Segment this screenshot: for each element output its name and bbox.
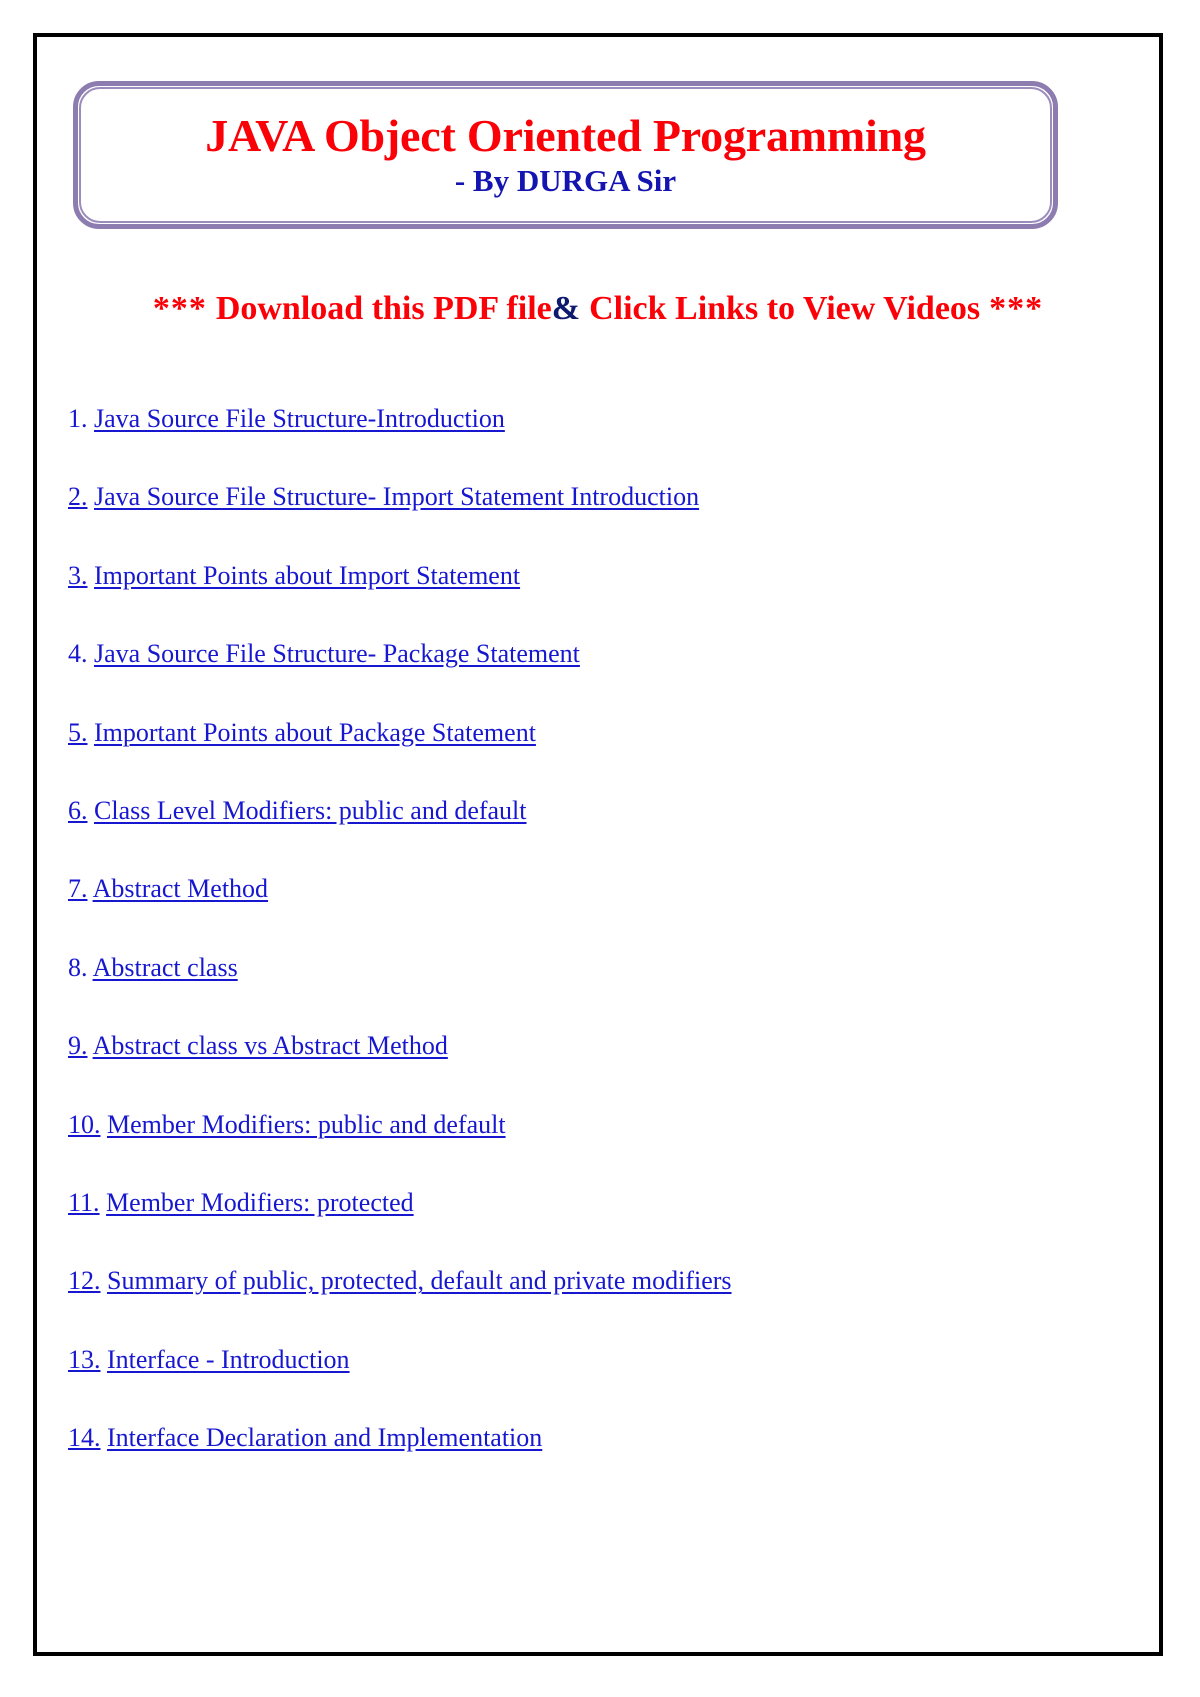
list-item: 13. Interface - Introduction	[52, 1344, 1149, 1425]
video-link-5[interactable]: Important Points about Package Statement	[94, 718, 536, 747]
list-item-number: 2.	[68, 482, 88, 512]
page-subtitle: - By DURGA Sir	[454, 163, 677, 199]
list-item: 6. Class Level Modifiers: public and def…	[52, 795, 1149, 876]
list-item: 4. Java Source File Structure- Package S…	[52, 641, 1149, 719]
list-item: 9. Abstract class vs Abstract Method	[52, 1033, 1149, 1111]
list-item: 8. Abstract class	[52, 952, 1149, 1033]
list-item: 2. Java Source File Structure- Import St…	[52, 484, 1149, 562]
list-item-number: 13.	[68, 1344, 101, 1374]
video-link-3[interactable]: Important Points about Import Statement	[94, 561, 520, 590]
list-item-number: 1.	[68, 404, 88, 433]
instruction-banner: *** Download this PDF file& Click Links to…	[37, 289, 1159, 330]
list-item: 5. Important Points about Package Statem…	[52, 717, 1149, 798]
banner-ampersand: &	[551, 290, 581, 327]
list-item-number: 4.	[68, 639, 88, 669]
video-link-6[interactable]: Class Level Modifiers: public and defaul…	[94, 796, 527, 825]
list-item: 10. Member Modifiers: public and default	[52, 1109, 1149, 1190]
video-link-9[interactable]: Abstract class vs Abstract Method	[93, 1031, 448, 1060]
video-link-8[interactable]: Abstract class	[93, 953, 238, 982]
list-item-number: 7.	[68, 874, 88, 904]
list-item-number: 3.	[68, 560, 88, 590]
title-banner-box: JAVA Object Oriented Programming - By DU…	[73, 81, 1058, 229]
banner-stars-left: ***	[152, 290, 207, 327]
list-item-number: 5.	[68, 717, 88, 747]
list-item-number: 10.	[68, 1109, 101, 1139]
list-item-number: 12.	[68, 1266, 101, 1296]
list-item: 1. Java Source File Structure-Introducti…	[52, 406, 1149, 484]
banner-text-after-amp: Click Links to View Videos	[589, 290, 981, 327]
video-link-10[interactable]: Member Modifiers: public and default	[107, 1110, 506, 1139]
banner-stars-right: ***	[989, 290, 1044, 327]
title-box-inner-border: JAVA Object Oriented Programming - By DU…	[79, 87, 1052, 223]
list-item: 3. Important Points about Import Stateme…	[52, 560, 1149, 641]
list-item: 14. Interface Declaration and Implementa…	[52, 1425, 1149, 1503]
video-link-12[interactable]: Summary of public, protected, default an…	[107, 1266, 732, 1295]
list-item-number: 6.	[68, 795, 88, 825]
list-item-number: 14.	[68, 1423, 101, 1453]
video-link-14[interactable]: Interface Declaration and Implementation	[107, 1423, 542, 1452]
list-item-number: 8.	[68, 952, 88, 982]
video-link-7[interactable]: Abstract Method	[93, 874, 268, 903]
list-item-number: 9.	[68, 1031, 88, 1061]
list-item: 7. Abstract Method	[52, 876, 1149, 954]
page-title: JAVA Object Oriented Programming	[205, 109, 926, 161]
banner-text-before-amp: Download this PDF file	[215, 290, 552, 327]
video-link-list: 1. Java Source File Structure-Introducti…	[52, 406, 1149, 1503]
page-content-area: JAVA Object Oriented Programming - By DU…	[37, 37, 1159, 1652]
video-link-1[interactable]: Java Source File Structure-Introduction	[94, 404, 505, 433]
list-item: 12. Summary of public, protected, defaul…	[52, 1268, 1149, 1346]
video-link-13[interactable]: Interface - Introduction	[107, 1345, 350, 1374]
list-item: 11. Member Modifiers: protected	[52, 1187, 1149, 1268]
page-sheet: JAVA Object Oriented Programming - By DU…	[33, 33, 1163, 1656]
video-link-2[interactable]: Java Source File Structure- Import State…	[94, 482, 699, 511]
video-link-11[interactable]: Member Modifiers: protected	[106, 1188, 414, 1217]
video-link-4[interactable]: Java Source File Structure- Package Stat…	[94, 639, 580, 668]
list-item-number: 11.	[68, 1187, 100, 1217]
